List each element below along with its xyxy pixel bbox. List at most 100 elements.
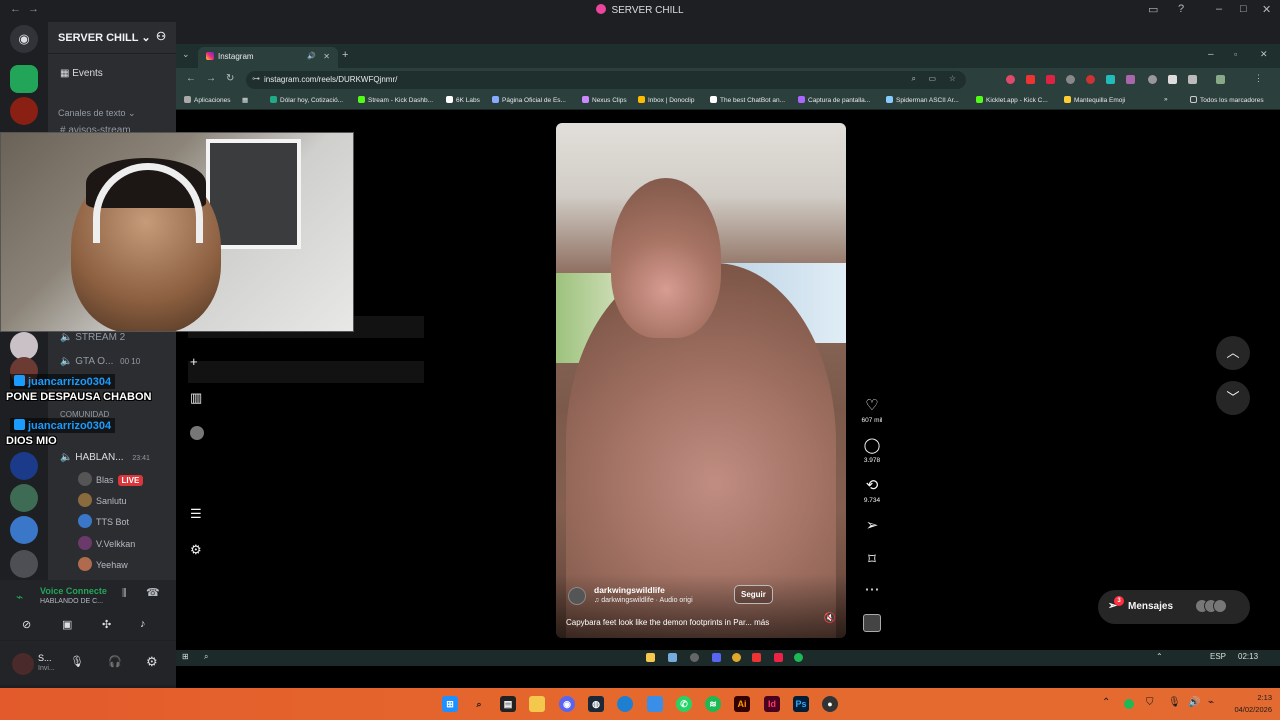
app-icon[interactable] <box>690 653 699 662</box>
voice-status-title[interactable]: Voice Connecte <box>40 586 107 596</box>
all-bookmarks[interactable]: Todos los marcadores <box>1190 96 1264 104</box>
channel-hablan[interactable]: 🔈 HABLAN... 23:41 <box>60 452 150 463</box>
server-icon-red[interactable] <box>10 97 38 125</box>
whatsapp-icon[interactable]: ✆ <box>676 696 692 712</box>
tab-audio-icon[interactable]: 🔊 <box>307 52 316 60</box>
server-icon-yellow[interactable] <box>10 452 38 480</box>
voice-user-vvelkkan[interactable]: V.Velkkan <box>78 536 135 550</box>
voice-user-blas[interactable]: Blas LIVE <box>78 472 144 486</box>
minimize-button[interactable]: – <box>1216 3 1222 15</box>
close-button[interactable]: ✕ <box>1260 49 1268 60</box>
obs-icon[interactable]: ● <box>822 696 838 712</box>
menu-dots-icon[interactable]: ⋮ <box>1254 73 1263 84</box>
discord-icon[interactable]: ◉ <box>559 696 575 712</box>
activities-icon[interactable]: ✣ <box>102 618 111 631</box>
add-user-icon[interactable]: ⚇ <box>156 30 166 43</box>
bookmark-item[interactable]: Dólar hoy, Cotizació... <box>270 96 343 104</box>
tab-close-icon[interactable]: ✕ <box>323 52 330 61</box>
server-header[interactable]: SERVER CHILL ⌄ ⚇ <box>48 22 176 54</box>
app-icon[interactable]: ▤ <box>500 696 516 712</box>
discord-home-icon[interactable]: ◉ <box>10 25 38 53</box>
bookmark-star-icon[interactable]: ☆ <box>949 74 956 83</box>
search-icon[interactable]: ⌕ <box>471 696 487 712</box>
avatar[interactable] <box>12 653 34 675</box>
start-icon[interactable]: ⊞ <box>442 696 458 712</box>
author-avatar[interactable] <box>568 587 586 605</box>
back-icon[interactable]: ← <box>186 73 196 84</box>
extension-icon[interactable] <box>1046 75 1055 84</box>
audio-label[interactable]: ♫ darkwingswildlife · Audio origi <box>594 597 693 604</box>
maximize-button[interactable]: ▫ <box>1234 49 1237 59</box>
app-icon[interactable] <box>732 653 741 662</box>
extension-icon[interactable] <box>1126 75 1135 84</box>
illustrator-icon[interactable]: Ai <box>734 696 750 712</box>
server-icon-blue[interactable] <box>10 516 38 544</box>
comment-button[interactable]: ◯ 3.978 <box>861 438 883 465</box>
dashboard-icon[interactable]: ▥ <box>190 390 202 406</box>
close-button[interactable]: ✕ <box>1262 3 1271 16</box>
bookmark-item[interactable]: Página Oficial de Es... <box>492 96 566 104</box>
app-icon[interactable] <box>668 653 677 662</box>
new-tab-button[interactable]: + <box>342 49 348 61</box>
repost-button[interactable]: ⟲ 9.734 <box>861 478 883 505</box>
extension-icon[interactable] <box>1066 75 1075 84</box>
server-icon-teal[interactable] <box>10 484 38 512</box>
cast-icon[interactable]: ▭ <box>928 74 936 83</box>
audio-thumbnail[interactable] <box>863 614 881 632</box>
server-icon-green[interactable] <box>10 65 38 93</box>
photoshop-icon[interactable]: Ps <box>793 696 809 712</box>
bookmark-item[interactable]: Kicklet.app - Kick C... <box>976 96 1048 104</box>
tab-search-icon[interactable]: ⌄ <box>182 49 190 60</box>
app-icon[interactable] <box>712 653 721 662</box>
like-button[interactable]: ♡ 607 mil <box>861 398 883 425</box>
voice-user-tts-bot[interactable]: TTS Bot <box>78 514 129 528</box>
volume-icon[interactable]: 🔊 <box>1188 697 1200 708</box>
bookmark-apps[interactable]: Aplicaciones <box>184 96 231 104</box>
help-icon[interactable]: ? <box>1178 3 1184 15</box>
tab-instagram[interactable]: Instagram 🔊 ✕ <box>198 47 338 68</box>
reel-video[interactable]: darkwingswildlife ♫ darkwingswildlife · … <box>556 123 846 638</box>
soundboard-icon[interactable]: ♪ <box>140 618 146 630</box>
create-row[interactable] <box>188 361 424 383</box>
microphone-icon[interactable]: 🎙 <box>70 655 84 668</box>
tray-app-icon[interactable] <box>1124 699 1134 709</box>
bookmark-item[interactable]: The best ChatBot an... <box>710 96 785 104</box>
bookmark-item[interactable]: Captura de pantalla... <box>798 96 870 104</box>
reload-icon[interactable]: ↻ <box>226 73 234 84</box>
voice-user-sanlutu[interactable]: Sanlutu <box>78 493 127 507</box>
tray-app-icon[interactable]: ⛉ <box>1146 697 1154 708</box>
menu-hamburger-icon[interactable]: ☰ <box>190 506 202 522</box>
category-text-channels[interactable]: Canales de texto ⌄ <box>58 108 136 119</box>
bookmarks-overflow-icon[interactable]: » <box>1164 96 1168 103</box>
save-button[interactable]: ⌑ <box>861 552 883 568</box>
indesign-icon[interactable]: Id <box>764 696 780 712</box>
channel-gta[interactable]: 🔈 GTA O... 00 10 <box>60 356 140 367</box>
settings-gear-icon[interactable]: ⚙ <box>146 654 158 670</box>
server-icon-grey[interactable] <box>10 550 38 578</box>
extension-icon[interactable] <box>1026 75 1035 84</box>
bookmark-item[interactable]: Mantequilla Emoji <box>1064 96 1125 104</box>
create-plus-icon[interactable]: + <box>190 354 198 369</box>
messages-button[interactable]: ➢ 3 Mensajes <box>1098 590 1250 624</box>
more-options-button[interactable]: ⋯ <box>861 582 883 598</box>
site-info-icon[interactable]: ⊶ <box>252 74 260 83</box>
reel-caption[interactable]: Capybara feet look like the demon footpr… <box>566 618 769 627</box>
inbox-icon[interactable]: ▭ <box>1148 3 1158 16</box>
maximize-button[interactable]: □ <box>1240 3 1247 15</box>
extensions-puzzle-icon[interactable] <box>1188 75 1197 84</box>
app-icon[interactable] <box>646 653 655 662</box>
system-clock[interactable]: 2:13 04/02/2026 <box>1234 692 1272 716</box>
mute-icon[interactable]: 🔇 <box>824 613 836 624</box>
channel-events[interactable]: ▦ Events <box>60 68 103 79</box>
next-reel-button[interactable]: ﹀ <box>1216 381 1250 415</box>
app-icon[interactable] <box>647 696 663 712</box>
app-icon[interactable] <box>794 653 803 662</box>
channel-stream-2[interactable]: 🔈 STREAM 2 <box>60 332 125 343</box>
zoom-icon[interactable]: ⌕ <box>912 74 916 84</box>
previous-reel-button[interactable]: ︿ <box>1216 336 1250 370</box>
extension-icon[interactable] <box>1006 75 1015 84</box>
minimize-button[interactable]: – <box>1208 49 1214 60</box>
profile-icon[interactable] <box>1216 75 1225 84</box>
forward-icon[interactable]: → <box>206 73 216 84</box>
edge-icon[interactable] <box>617 696 633 712</box>
